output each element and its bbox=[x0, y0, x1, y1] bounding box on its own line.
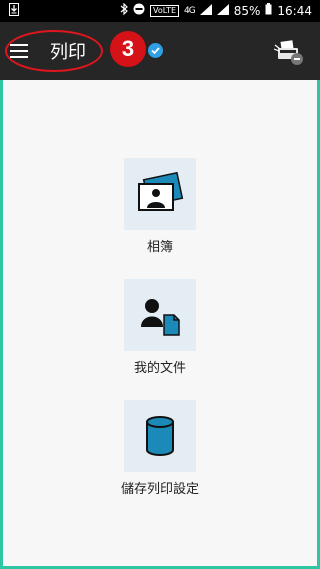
printer-selection-icon[interactable] bbox=[273, 37, 304, 67]
battery-icon bbox=[265, 3, 272, 18]
saved-settings-icon bbox=[124, 400, 196, 472]
battery-percent: 85% bbox=[233, 3, 261, 18]
status-bar: VoLTE 4G 85% 16:44 bbox=[0, 0, 320, 22]
check-badge-icon bbox=[148, 43, 163, 58]
clock: 16:44 bbox=[277, 3, 312, 18]
network-type: 4G bbox=[184, 5, 196, 16]
my-documents-icon bbox=[124, 279, 196, 351]
tile-label: 我的文件 bbox=[133, 361, 186, 376]
signal-icon bbox=[199, 3, 212, 18]
download-notification-icon bbox=[9, 3, 19, 19]
volte-indicator: VoLTE bbox=[149, 4, 180, 17]
tile-label: 儲存列印設定 bbox=[120, 482, 199, 497]
bluetooth-icon bbox=[120, 2, 128, 18]
page-title: 列印 bbox=[50, 42, 86, 63]
signal-icon-2 bbox=[216, 3, 229, 18]
app-bar: 列印 3 bbox=[0, 22, 320, 80]
hamburger-menu-icon[interactable] bbox=[10, 44, 28, 58]
photo-album-icon bbox=[124, 158, 196, 230]
tile-label: 相簿 bbox=[146, 240, 173, 255]
annotation-step-badge: 3 bbox=[110, 31, 146, 67]
do-not-disturb-icon bbox=[133, 3, 145, 18]
